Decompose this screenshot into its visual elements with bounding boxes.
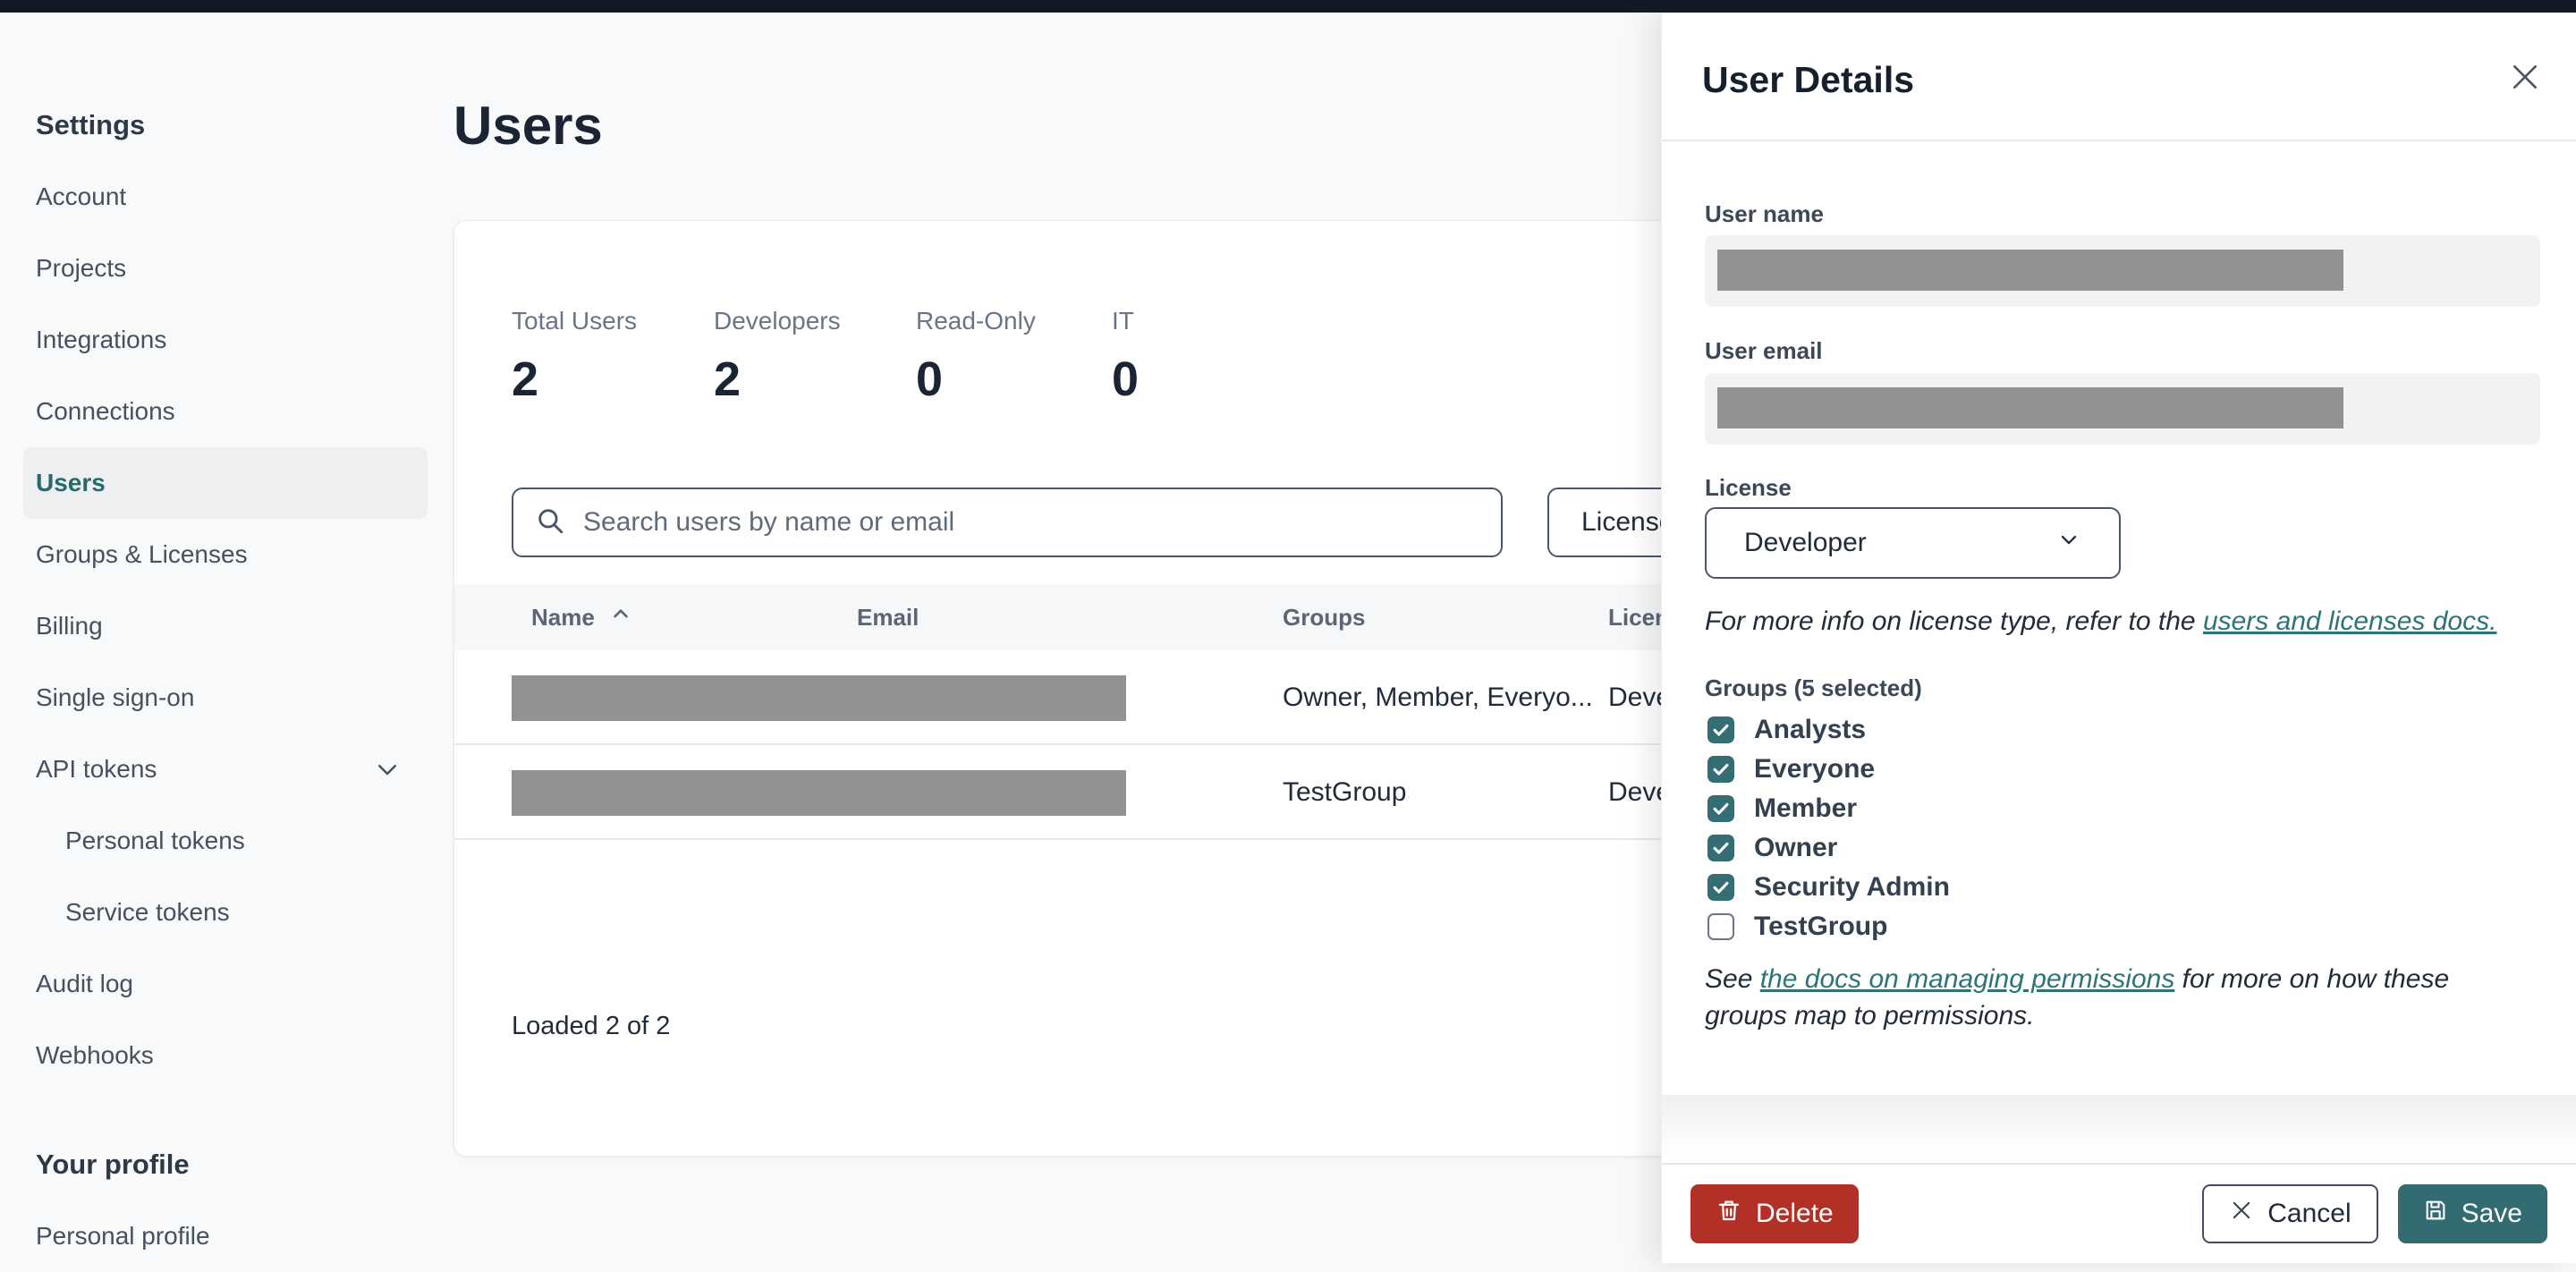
redacted-name-email (512, 770, 1126, 816)
loaded-count-text: Loaded 2 of 2 (512, 1012, 671, 1040)
trash-icon (1716, 1197, 1742, 1231)
delete-button[interactable]: Delete (1690, 1184, 1859, 1243)
group-checkbox-owner[interactable]: Owner (1707, 828, 1837, 868)
save-button[interactable]: Save (2397, 1184, 2547, 1243)
user-email-field[interactable] (1705, 373, 2540, 445)
checkbox-unchecked-icon[interactable] (1707, 913, 1734, 940)
sidebar-item-audit-log[interactable]: Audit log (23, 948, 428, 1020)
save-disk-icon (2423, 1198, 2448, 1230)
users-licenses-docs-link[interactable]: users and licenses docs. (2203, 606, 2497, 636)
group-checkbox-everyone[interactable]: Everyone (1707, 750, 1875, 789)
sidebar-item-label: API tokens (36, 755, 157, 783)
divider (1662, 140, 2576, 141)
settings-sidebar: Settings Account Projects Integrations C… (23, 89, 428, 1272)
sidebar-item-projects[interactable]: Projects (23, 233, 428, 304)
user-email-label: User email (1705, 337, 1823, 364)
table-row[interactable]: Owner, Member, Everyo... Developer (454, 650, 1772, 745)
chevron-down-icon (2056, 527, 2081, 559)
stat-value: 2 (714, 352, 741, 406)
checkbox-checked-icon[interactable] (1707, 756, 1734, 783)
chevron-down-icon (374, 756, 401, 783)
users-table-header: Name Email Groups License (454, 584, 1772, 650)
redacted-user-email (1717, 387, 2343, 428)
column-header-groups[interactable]: Groups (1283, 604, 1365, 632)
license-label: License (1705, 474, 1792, 501)
sidebar-item-api-tokens[interactable]: API tokens (23, 734, 428, 805)
stat-developers: Developers 2 (714, 307, 841, 407)
user-name-label: User name (1705, 200, 1824, 227)
sidebar-item-personal-tokens[interactable]: Personal tokens (23, 805, 428, 877)
table-row[interactable]: TestGroup Developer (454, 745, 1772, 840)
sidebar-item-users[interactable]: Users (23, 447, 428, 519)
column-header-email[interactable]: Email (857, 604, 919, 632)
stat-value: 2 (512, 352, 539, 406)
checkbox-checked-icon[interactable] (1707, 874, 1734, 901)
cell-groups: TestGroup (1283, 777, 1407, 807)
search-icon (535, 505, 565, 540)
sidebar-section-title: Settings (36, 109, 146, 140)
group-checkbox-member[interactable]: Member (1707, 789, 1857, 828)
sidebar-item-single-sign-on[interactable]: Single sign-on (23, 662, 428, 734)
stat-label: Developers (714, 307, 841, 335)
cancel-button[interactable]: Cancel (2202, 1184, 2378, 1243)
user-name-field[interactable] (1705, 235, 2540, 307)
license-filter-label: License (1581, 507, 1674, 537)
sidebar-profile-title: Your profile (36, 1149, 190, 1180)
stat-value: 0 (1112, 352, 1140, 406)
drawer-title: User Details (1702, 59, 1915, 100)
stat-label: Total Users (512, 307, 638, 335)
stat-read-only: Read-Only 0 (916, 307, 1036, 407)
column-header-name[interactable]: Name (531, 603, 632, 632)
search-input[interactable] (583, 507, 1479, 538)
stat-label: Read-Only (916, 307, 1036, 335)
checkbox-checked-icon[interactable] (1707, 717, 1734, 743)
top-bar (0, 0, 2576, 13)
sidebar-item-account[interactable]: Account (23, 161, 428, 233)
sort-ascending-icon (609, 603, 632, 632)
group-checkbox-analysts[interactable]: Analysts (1707, 710, 1866, 750)
stat-it: IT 0 (1112, 307, 1139, 407)
permissions-note: See the docs on managing permissions for… (1705, 964, 2450, 1030)
license-select-value: Developer (1744, 528, 1867, 557)
checkbox-checked-icon[interactable] (1707, 835, 1734, 861)
sidebar-item-service-tokens[interactable]: Service tokens (23, 877, 428, 948)
checkbox-checked-icon[interactable] (1707, 795, 1734, 822)
license-note: For more info on license type, refer to … (1705, 606, 2497, 636)
sidebar-item-billing[interactable]: Billing (23, 590, 428, 662)
search-users-box[interactable] (512, 488, 1503, 557)
sidebar-item-connections[interactable]: Connections (23, 376, 428, 447)
scroll-fade (1662, 1095, 2576, 1163)
close-icon[interactable] (2506, 59, 2544, 97)
managing-permissions-docs-link[interactable]: the docs on managing permissions (1760, 964, 2175, 994)
close-icon (2229, 1198, 2254, 1230)
sidebar-item-webhooks[interactable]: Webhooks (23, 1020, 428, 1091)
stat-value: 0 (916, 352, 944, 406)
stat-total-users: Total Users 2 (512, 307, 637, 407)
sidebar-item-groups-licenses[interactable]: Groups & Licenses (23, 519, 428, 590)
cell-groups: Owner, Member, Everyo... (1283, 683, 1593, 712)
sidebar-item-personal-profile[interactable]: Personal profile (23, 1200, 428, 1272)
group-checkbox-security-admin[interactable]: Security Admin (1707, 868, 1950, 907)
page-title: Users (453, 96, 603, 156)
group-checkbox-testgroup[interactable]: TestGroup (1707, 907, 1887, 946)
license-select[interactable]: Developer (1705, 507, 2121, 579)
sidebar-item-integrations[interactable]: Integrations (23, 304, 428, 376)
user-details-drawer: User Details User name User email Licens… (1661, 13, 2576, 1263)
stat-label: IT (1112, 307, 1134, 335)
drawer-footer: Delete Cancel Save (1662, 1163, 2576, 1263)
users-card: Total Users 2 Developers 2 Read-Only 0 I… (453, 220, 1773, 1157)
redacted-name-email (512, 675, 1126, 721)
groups-count-label: Groups (5 selected) (1705, 674, 1922, 701)
redacted-user-name (1717, 250, 2343, 291)
